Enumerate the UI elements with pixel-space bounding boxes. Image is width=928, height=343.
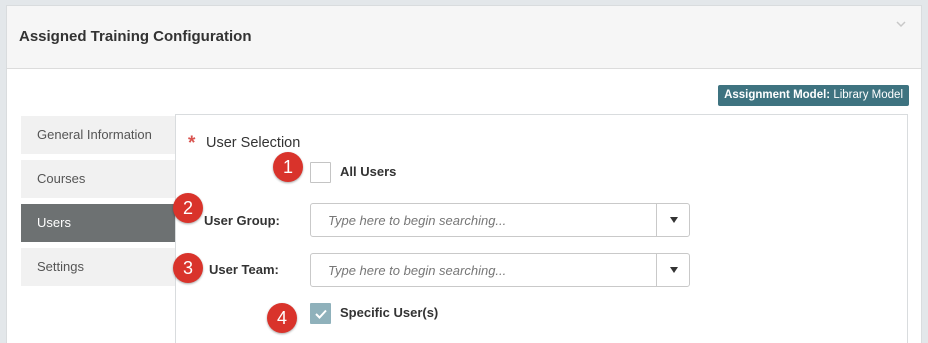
user-group-label: User Group: (204, 213, 280, 228)
tab-settings[interactable]: Settings (21, 248, 175, 286)
chevron-down-icon[interactable] (895, 18, 907, 30)
tab-general-information[interactable]: General Information (21, 116, 175, 154)
caret-down-icon[interactable] (670, 217, 678, 223)
panel-header[interactable]: Assigned Training Configuration (7, 6, 921, 69)
tab-users[interactable]: Users (21, 204, 175, 242)
assignment-model-value: Library Model (833, 89, 903, 101)
user-group-select[interactable]: Type here to begin searching... (310, 203, 690, 237)
user-group-placeholder: Type here to begin searching... (328, 213, 507, 228)
tab-courses[interactable]: Courses (21, 160, 175, 198)
assignment-model-label: Assignment Model: (724, 89, 831, 101)
all-users-label[interactable]: All Users (340, 164, 396, 179)
assignment-model-badge: Assignment Model: Library Model (718, 85, 909, 106)
annotation-marker-3: 3 (173, 253, 203, 283)
select-divider (656, 254, 657, 286)
panel-title: Assigned Training Configuration (19, 28, 252, 45)
required-indicator: * (188, 133, 196, 154)
select-divider (656, 204, 657, 236)
specific-users-checkbox[interactable] (310, 303, 331, 324)
user-team-label: User Team: (209, 262, 279, 277)
user-team-placeholder: Type here to begin searching... (328, 263, 507, 278)
assigned-training-panel: Assigned Training Configuration Assignme… (6, 5, 922, 343)
user-selection-label: User Selection (206, 135, 301, 151)
annotation-marker-4: 4 (267, 303, 297, 333)
all-users-checkbox[interactable] (310, 162, 331, 183)
annotation-marker-1: 1 (273, 152, 303, 182)
user-team-select[interactable]: Type here to begin searching... (310, 253, 690, 287)
caret-down-icon[interactable] (670, 267, 678, 273)
specific-users-label[interactable]: Specific User(s) (340, 305, 438, 320)
checkmark-icon (315, 309, 327, 319)
annotation-marker-2: 2 (173, 193, 203, 223)
